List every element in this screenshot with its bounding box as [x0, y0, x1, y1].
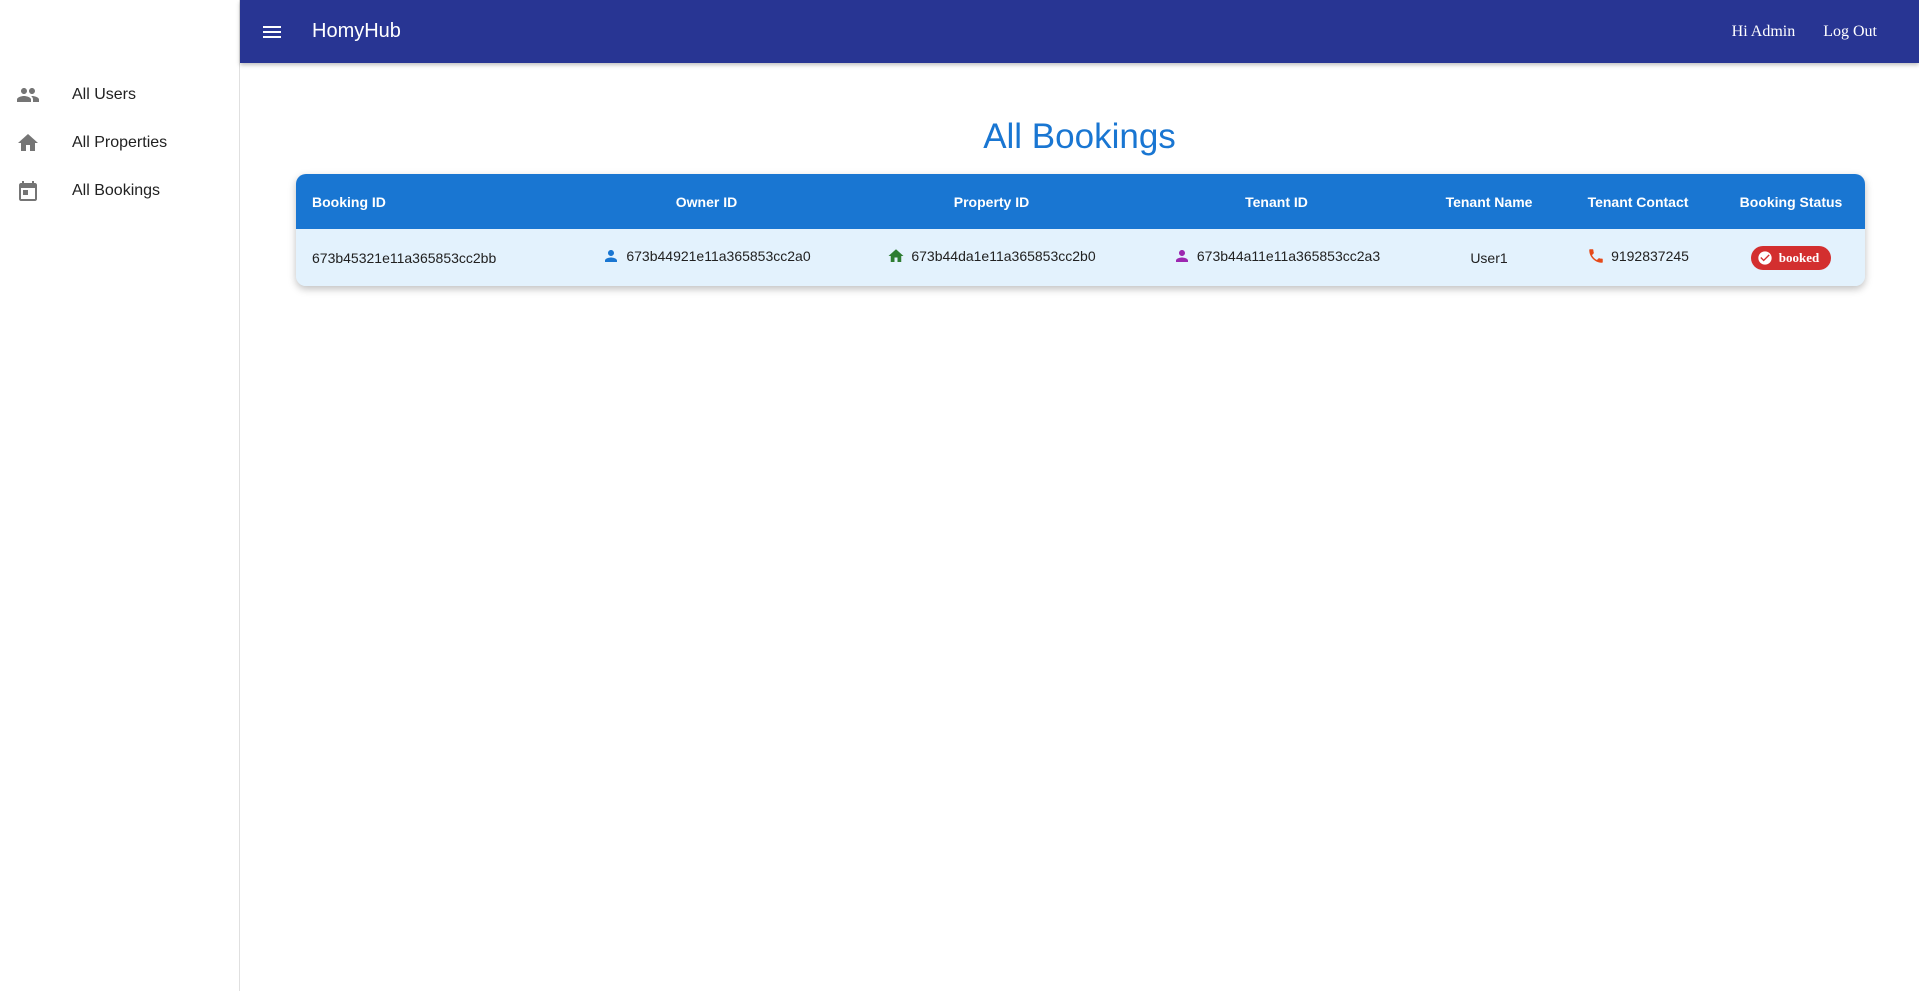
person-icon [605, 250, 618, 262]
tenant-id-cell: 673b44a11e11a365853cc2a3 [1134, 229, 1419, 286]
calendar-icon [16, 179, 40, 203]
header-booking-id: Booking ID [312, 193, 386, 210]
header-property-id: Property ID [953, 193, 1030, 210]
table-row: 673b45321e11a365853cc2bb 673b44921e11a36… [296, 229, 1865, 286]
home-icon [16, 131, 40, 155]
hamburger-menu-icon [263, 25, 281, 38]
tenant-name-cell: User1 [1470, 249, 1508, 266]
sidebar-item-all-users[interactable]: All Users [0, 71, 239, 119]
home-icon [888, 249, 904, 262]
header-owner-id: Owner ID [675, 193, 738, 210]
header-tenant-name: Tenant Name [1445, 193, 1533, 210]
property-id-cell: 673b44da1e11a365853cc2b0 [849, 229, 1134, 286]
sidebar-item-all-bookings[interactable]: All Bookings [0, 167, 239, 215]
header-booking-status: Booking Status [1739, 193, 1843, 210]
tenant-contact-cell: 9192837245 [1559, 229, 1717, 286]
header-tenant-contact: Tenant Contact [1587, 193, 1689, 210]
booking-id-cell: 673b45321e11a365853cc2bb [312, 249, 497, 266]
owner-id-value: 673b44921e11a365853cc2a0 [626, 248, 811, 264]
sidebar: All Users All Properties All Bookings [0, 0, 240, 991]
phone-icon [1589, 249, 1603, 263]
tenant-id-value: 673b44a11e11a365853cc2a3 [1196, 248, 1381, 264]
app-title: HomyHub [312, 20, 401, 42]
logout-button[interactable]: Log Out [1815, 17, 1885, 47]
status-badge: booked [1750, 245, 1832, 270]
status-label: booked [1778, 249, 1820, 265]
user-greeting: Hi Admin [1731, 22, 1796, 40]
sidebar-item-label: All Bookings [72, 182, 161, 199]
bookings-table-card: Booking ID Owner ID Property ID Tenant I… [296, 174, 1865, 286]
sidebar-item-all-properties[interactable]: All Properties [0, 119, 239, 167]
sidebar-item-label: All Users [72, 86, 137, 103]
people-icon [16, 83, 40, 107]
check-circle-icon [1758, 250, 1772, 265]
person-icon [1175, 250, 1188, 262]
table-header-row: Booking ID Owner ID Property ID Tenant I… [296, 174, 1865, 229]
header-tenant-id: Tenant ID [1245, 193, 1308, 210]
page-title: All Bookings [983, 117, 1176, 156]
bookings-table: Booking ID Owner ID Property ID Tenant I… [296, 174, 1865, 286]
property-id-value: 673b44da1e11a365853cc2b0 [911, 248, 1096, 264]
sidebar-item-label: All Properties [72, 134, 168, 151]
app-bar: HomyHub Hi Admin Log Out [240, 0, 1919, 63]
tenant-contact-value: 9192837245 [1611, 248, 1689, 264]
sidebar-nav: All Users All Properties All Bookings [0, 71, 239, 215]
menu-button[interactable] [252, 12, 292, 52]
appbar-user-area: Hi Admin Log Out [1732, 17, 1885, 47]
booking-status-cell: booked [1717, 229, 1865, 286]
owner-id-cell: 673b44921e11a365853cc2a0 [564, 229, 849, 286]
